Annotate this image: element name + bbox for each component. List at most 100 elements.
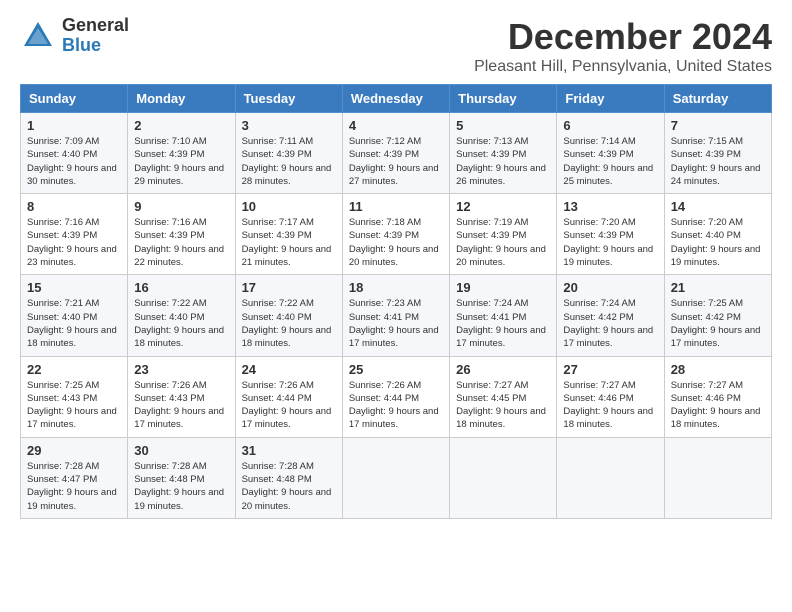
title-block: December 2024 Pleasant Hill, Pennsylvani… xyxy=(474,16,772,76)
table-row: 18 Sunrise: 7:23 AMSunset: 4:41 PMDaylig… xyxy=(342,275,449,356)
main-title: December 2024 xyxy=(474,16,772,58)
table-row xyxy=(664,437,771,518)
day-info: Sunrise: 7:26 AMSunset: 4:43 PMDaylight:… xyxy=(134,379,228,432)
day-info: Sunrise: 7:25 AMSunset: 4:43 PMDaylight:… xyxy=(27,379,121,432)
day-number: 10 xyxy=(242,199,336,214)
day-number: 7 xyxy=(671,118,765,133)
day-info: Sunrise: 7:17 AMSunset: 4:39 PMDaylight:… xyxy=(242,216,336,269)
table-row: 28 Sunrise: 7:27 AMSunset: 4:46 PMDaylig… xyxy=(664,356,771,437)
table-row: 25 Sunrise: 7:26 AMSunset: 4:44 PMDaylig… xyxy=(342,356,449,437)
day-number: 26 xyxy=(456,362,550,377)
day-number: 19 xyxy=(456,280,550,295)
day-number: 11 xyxy=(349,199,443,214)
day-number: 25 xyxy=(349,362,443,377)
logo-blue-text: Blue xyxy=(62,36,129,56)
day-info: Sunrise: 7:22 AMSunset: 4:40 PMDaylight:… xyxy=(242,297,336,350)
table-row: 16 Sunrise: 7:22 AMSunset: 4:40 PMDaylig… xyxy=(128,275,235,356)
day-info: Sunrise: 7:21 AMSunset: 4:40 PMDaylight:… xyxy=(27,297,121,350)
day-number: 13 xyxy=(563,199,657,214)
day-info: Sunrise: 7:28 AMSunset: 4:48 PMDaylight:… xyxy=(242,460,336,513)
page-container: General Blue December 2024 Pleasant Hill… xyxy=(20,16,772,519)
day-info: Sunrise: 7:19 AMSunset: 4:39 PMDaylight:… xyxy=(456,216,550,269)
col-sunday: Sunday xyxy=(21,85,128,113)
table-row: 20 Sunrise: 7:24 AMSunset: 4:42 PMDaylig… xyxy=(557,275,664,356)
day-number: 30 xyxy=(134,443,228,458)
calendar-week-row: 1 Sunrise: 7:09 AMSunset: 4:40 PMDayligh… xyxy=(21,113,772,194)
logo-general-text: General xyxy=(62,16,129,36)
day-number: 2 xyxy=(134,118,228,133)
day-number: 29 xyxy=(27,443,121,458)
table-row xyxy=(450,437,557,518)
calendar-week-row: 22 Sunrise: 7:25 AMSunset: 4:43 PMDaylig… xyxy=(21,356,772,437)
col-friday: Friday xyxy=(557,85,664,113)
col-monday: Monday xyxy=(128,85,235,113)
table-row: 19 Sunrise: 7:24 AMSunset: 4:41 PMDaylig… xyxy=(450,275,557,356)
day-info: Sunrise: 7:13 AMSunset: 4:39 PMDaylight:… xyxy=(456,135,550,188)
day-number: 24 xyxy=(242,362,336,377)
table-row: 12 Sunrise: 7:19 AMSunset: 4:39 PMDaylig… xyxy=(450,194,557,275)
table-row: 23 Sunrise: 7:26 AMSunset: 4:43 PMDaylig… xyxy=(128,356,235,437)
day-number: 8 xyxy=(27,199,121,214)
logo-icon xyxy=(20,18,56,54)
day-number: 12 xyxy=(456,199,550,214)
day-info: Sunrise: 7:10 AMSunset: 4:39 PMDaylight:… xyxy=(134,135,228,188)
day-number: 9 xyxy=(134,199,228,214)
day-info: Sunrise: 7:24 AMSunset: 4:42 PMDaylight:… xyxy=(563,297,657,350)
day-number: 22 xyxy=(27,362,121,377)
table-row: 1 Sunrise: 7:09 AMSunset: 4:40 PMDayligh… xyxy=(21,113,128,194)
day-number: 6 xyxy=(563,118,657,133)
day-info: Sunrise: 7:11 AMSunset: 4:39 PMDaylight:… xyxy=(242,135,336,188)
day-number: 1 xyxy=(27,118,121,133)
day-info: Sunrise: 7:18 AMSunset: 4:39 PMDaylight:… xyxy=(349,216,443,269)
table-row: 22 Sunrise: 7:25 AMSunset: 4:43 PMDaylig… xyxy=(21,356,128,437)
col-tuesday: Tuesday xyxy=(235,85,342,113)
day-info: Sunrise: 7:16 AMSunset: 4:39 PMDaylight:… xyxy=(134,216,228,269)
day-number: 27 xyxy=(563,362,657,377)
table-row: 26 Sunrise: 7:27 AMSunset: 4:45 PMDaylig… xyxy=(450,356,557,437)
calendar-table: Sunday Monday Tuesday Wednesday Thursday… xyxy=(20,84,772,519)
table-row: 21 Sunrise: 7:25 AMSunset: 4:42 PMDaylig… xyxy=(664,275,771,356)
day-info: Sunrise: 7:16 AMSunset: 4:39 PMDaylight:… xyxy=(27,216,121,269)
day-info: Sunrise: 7:25 AMSunset: 4:42 PMDaylight:… xyxy=(671,297,765,350)
day-number: 23 xyxy=(134,362,228,377)
table-row xyxy=(342,437,449,518)
table-row: 29 Sunrise: 7:28 AMSunset: 4:47 PMDaylig… xyxy=(21,437,128,518)
day-info: Sunrise: 7:27 AMSunset: 4:46 PMDaylight:… xyxy=(563,379,657,432)
table-row: 10 Sunrise: 7:17 AMSunset: 4:39 PMDaylig… xyxy=(235,194,342,275)
day-info: Sunrise: 7:24 AMSunset: 4:41 PMDaylight:… xyxy=(456,297,550,350)
day-info: Sunrise: 7:26 AMSunset: 4:44 PMDaylight:… xyxy=(349,379,443,432)
table-row: 24 Sunrise: 7:26 AMSunset: 4:44 PMDaylig… xyxy=(235,356,342,437)
table-row: 3 Sunrise: 7:11 AMSunset: 4:39 PMDayligh… xyxy=(235,113,342,194)
day-number: 15 xyxy=(27,280,121,295)
day-number: 20 xyxy=(563,280,657,295)
day-number: 18 xyxy=(349,280,443,295)
day-number: 4 xyxy=(349,118,443,133)
day-info: Sunrise: 7:27 AMSunset: 4:46 PMDaylight:… xyxy=(671,379,765,432)
table-row: 9 Sunrise: 7:16 AMSunset: 4:39 PMDayligh… xyxy=(128,194,235,275)
day-info: Sunrise: 7:22 AMSunset: 4:40 PMDaylight:… xyxy=(134,297,228,350)
day-number: 31 xyxy=(242,443,336,458)
calendar-week-row: 15 Sunrise: 7:21 AMSunset: 4:40 PMDaylig… xyxy=(21,275,772,356)
day-number: 5 xyxy=(456,118,550,133)
day-info: Sunrise: 7:09 AMSunset: 4:40 PMDaylight:… xyxy=(27,135,121,188)
table-row: 4 Sunrise: 7:12 AMSunset: 4:39 PMDayligh… xyxy=(342,113,449,194)
day-number: 17 xyxy=(242,280,336,295)
day-number: 3 xyxy=(242,118,336,133)
table-row: 8 Sunrise: 7:16 AMSunset: 4:39 PMDayligh… xyxy=(21,194,128,275)
table-row: 7 Sunrise: 7:15 AMSunset: 4:39 PMDayligh… xyxy=(664,113,771,194)
table-row: 30 Sunrise: 7:28 AMSunset: 4:48 PMDaylig… xyxy=(128,437,235,518)
day-info: Sunrise: 7:12 AMSunset: 4:39 PMDaylight:… xyxy=(349,135,443,188)
calendar-week-row: 8 Sunrise: 7:16 AMSunset: 4:39 PMDayligh… xyxy=(21,194,772,275)
table-row: 11 Sunrise: 7:18 AMSunset: 4:39 PMDaylig… xyxy=(342,194,449,275)
col-thursday: Thursday xyxy=(450,85,557,113)
logo: General Blue xyxy=(20,16,129,56)
table-row: 2 Sunrise: 7:10 AMSunset: 4:39 PMDayligh… xyxy=(128,113,235,194)
table-row xyxy=(557,437,664,518)
day-number: 21 xyxy=(671,280,765,295)
day-info: Sunrise: 7:15 AMSunset: 4:39 PMDaylight:… xyxy=(671,135,765,188)
day-info: Sunrise: 7:28 AMSunset: 4:47 PMDaylight:… xyxy=(27,460,121,513)
table-row: 6 Sunrise: 7:14 AMSunset: 4:39 PMDayligh… xyxy=(557,113,664,194)
day-info: Sunrise: 7:27 AMSunset: 4:45 PMDaylight:… xyxy=(456,379,550,432)
day-info: Sunrise: 7:28 AMSunset: 4:48 PMDaylight:… xyxy=(134,460,228,513)
day-info: Sunrise: 7:23 AMSunset: 4:41 PMDaylight:… xyxy=(349,297,443,350)
